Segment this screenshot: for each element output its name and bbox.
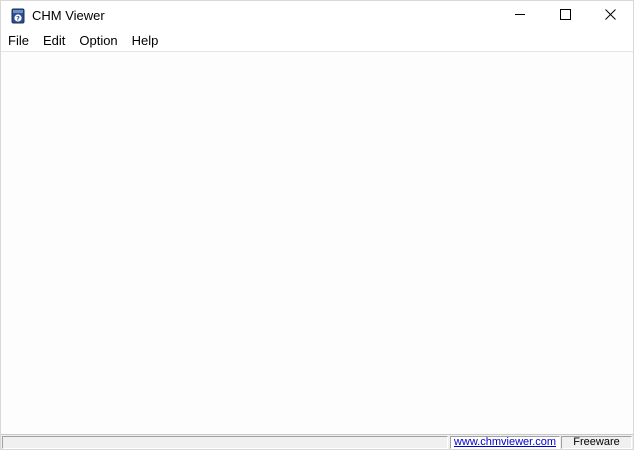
menu-edit[interactable]: Edit [36,31,72,51]
maximize-button[interactable] [542,1,588,31]
window-title: CHM Viewer [32,8,105,23]
minimize-icon [514,7,526,25]
title-bar[interactable]: ? CHM Viewer [1,1,633,31]
chm-help-book-icon[interactable]: ? [10,8,26,24]
website-link[interactable]: www.chmviewer.com [450,436,560,449]
license-label: Freeware [561,436,632,449]
status-bar: www.chmviewer.com Freeware [1,434,633,449]
app-window: ? CHM Viewer File Edit Option Help www.c… [0,0,634,450]
svg-text:?: ? [16,14,20,22]
menu-option[interactable]: Option [72,31,124,51]
close-icon [604,7,616,25]
maximize-icon [559,7,571,25]
close-button[interactable] [587,1,633,31]
minimize-button[interactable] [497,1,543,31]
menu-bar: File Edit Option Help [1,31,633,51]
status-panel-main [2,436,448,449]
content-area[interactable] [1,52,633,434]
menu-help[interactable]: Help [125,31,166,51]
menu-file[interactable]: File [1,31,36,51]
